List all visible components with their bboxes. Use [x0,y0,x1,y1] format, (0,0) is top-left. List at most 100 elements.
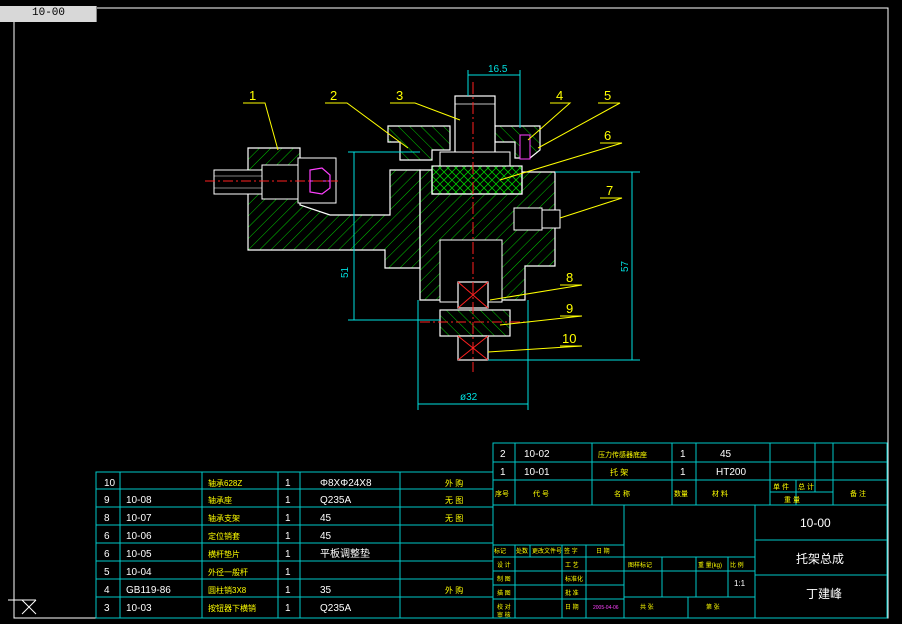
bom-code: 10-01 [524,467,550,478]
bom-cell-remark: 外 购 [445,478,463,488]
bom-cell-remark: 无 图 [445,496,463,505]
callout-1: 1 [249,88,256,103]
bom-cell-name: 横杆垫片 [208,549,240,559]
dim-right-height: 57 [620,260,631,272]
label-review: 审 核 [497,611,511,619]
drawing-name: 托架总成 [796,552,844,566]
bom-cell-name: 按钮器下横销 [208,603,256,613]
bom-cell-code: 10-06 [126,531,152,542]
bom-cell-seq: 3 [104,603,110,614]
bom-cell-material: Φ8XΦ24X8 [320,478,372,489]
bom-qty: 1 [680,467,686,478]
bom-cell-code: GB119-86 [126,585,171,596]
callout-3: 3 [396,88,403,103]
bom-lower-grid [95,471,494,619]
bom-cell-code: 10-07 [126,513,152,524]
callout-10: 10 [562,331,576,346]
label-check: 校 对 [497,603,511,611]
bom-cell-name: 圆柱销3X8 [208,585,247,595]
label-sheet-total: 共 张 [640,603,654,611]
bom-cell-qty: 1 [285,495,291,506]
bom-cell-material: Q235A [320,495,351,506]
bom-cell-seq: 6 [104,531,110,542]
bom-cell-seq: 6 [104,549,110,560]
drawing-tab[interactable]: 10-00 [0,6,97,22]
bom-name: 压力传感器底座 [598,450,647,459]
part-sensor [454,95,496,159]
bom-qty: 1 [680,449,686,460]
callout-2: 2 [330,88,337,103]
callout-9: 9 [566,301,573,316]
small-pin [519,134,531,160]
bom-cell-material: 平板调整垫 [320,547,370,560]
bom-cell-seq: 5 [104,567,110,578]
drawing-number: 10-00 [800,516,831,530]
bom-cell-qty: 1 [285,478,291,489]
bom-header-remark: 备 注 [850,489,866,498]
label-design: 设 计 [497,561,511,569]
bom-seq: 2 [500,449,506,460]
assembly-drawing [205,70,640,410]
label-approve: 批 准 [565,589,579,597]
dim-left-height: 51 [340,266,351,278]
bolt [213,169,263,195]
dim-diameter: ø32 [460,392,478,403]
side-screw [513,207,543,231]
rev-date: 日 期 [596,547,610,555]
bom-upper-text: 2 10-02 压力传感器底座 1 45 1 10-01 托 架 1 HT200… [495,449,866,504]
bom-header-qty: 数量 [674,489,688,498]
bom-material: HT200 [716,467,746,478]
bom-material: 45 [720,449,732,460]
label-scale: 比 例 [730,561,744,569]
callout-6: 6 [604,128,611,143]
label-trace: 描 图 [497,589,511,597]
bom-cell-name: 轴承座 [208,495,232,505]
bom-cell-seq: 8 [104,513,110,524]
label-process: 工 艺 [565,561,579,569]
bom-header-mass: 重 量 [784,496,800,504]
bom-cell-name: 轴承支架 [208,513,240,523]
bom-seq: 1 [500,467,506,478]
bom-header-seq: 序号 [495,489,509,498]
bom-cell-qty: 1 [285,531,291,542]
bom-cell-qty: 1 [285,549,291,560]
label-weight: 重 量(kg) [698,561,722,569]
bom-cell-seq: 9 [104,495,110,506]
bom-cell-code: 10-05 [126,549,152,560]
label-date: 日 期 [565,603,579,611]
bom-cell-material: Q235A [320,603,351,614]
drawing-tab-label: 10-00 [32,7,66,19]
label-stage: 图样标记 [628,561,652,569]
bom-header-code: 代 号 [533,489,549,498]
label-sheet-no: 第 张 [706,603,720,611]
bom-header-name: 名 称 [614,489,630,498]
drawing-date: 2005-04-06 [593,605,619,611]
bom-cell-name: 定位销套 [208,531,240,541]
bom-cell-name: 轴承628Z [208,478,242,488]
bom-cell-qty: 1 [285,585,291,596]
bom-header-material: 材 料 [712,489,728,498]
callout-7: 7 [606,183,613,198]
label-draw: 制 图 [497,575,511,583]
bom-name: 托 架 [610,467,628,477]
rev-mark: 标记 [494,547,506,555]
bom-cell-seq: 10 [104,478,116,489]
bearing-seat [439,309,511,337]
drawing-scale: 1:1 [734,579,746,588]
bom-cell-code: 10-08 [126,495,152,506]
bom-cell-material: 45 [320,531,332,542]
ucs-icon [8,599,37,615]
bom-cell-qty: 1 [285,567,291,578]
bom-code: 10-02 [524,449,550,460]
callout-5: 5 [604,88,611,103]
bom-cell-seq: 4 [104,585,110,596]
bom-cell-qty: 1 [285,513,291,524]
rev-sign: 签 字 [564,547,578,555]
bom-lower-text: 10 轴承628Z 1 Φ8XΦ24X8 外 购 9 10-08 轴承座 1 Q235A 无 图 8 1… [104,478,463,614]
rev-doc: 更改文件号 [532,547,562,555]
bom-header-total: 总 计 [798,482,814,491]
callout-4: 4 [556,88,563,103]
bom-cell-code: 10-04 [126,567,152,578]
title-block-text: 10-00 托架总成 丁建峰 1:1 2005-04-06 标记 处数 更改文件… [494,516,844,619]
bom-cell-material: 35 [320,585,332,596]
